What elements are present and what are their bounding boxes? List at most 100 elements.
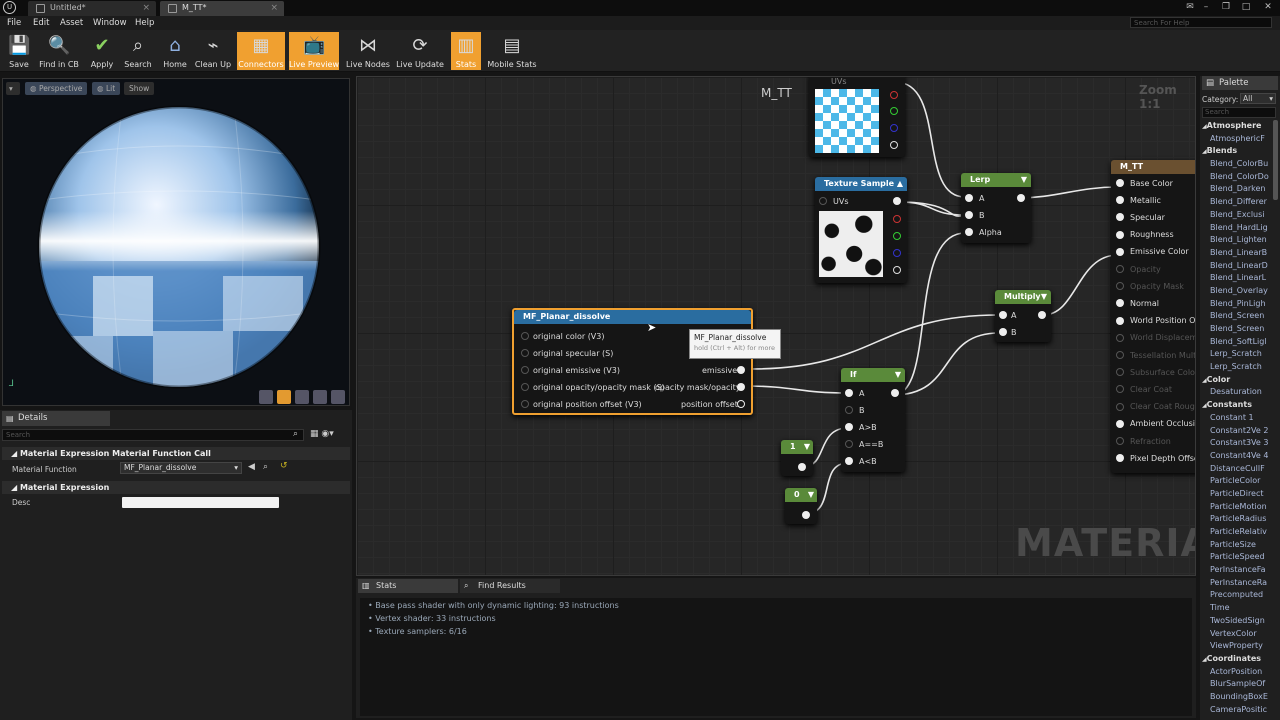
pin-b[interactable] bbox=[893, 249, 901, 257]
material-graph[interactable]: M_TT Zoom 1:1 MATERIAL UVs Texture Sampl… bbox=[356, 76, 1196, 576]
pin-r[interactable] bbox=[890, 91, 898, 99]
connectors-button[interactable]: ▦ Connectors bbox=[237, 32, 285, 70]
material-result-node[interactable]: M_TT Base Color Metallic Specular Roughness… bbox=[1111, 160, 1195, 473]
if-node[interactable]: If ▼ A B A>B A==B A<B bbox=[841, 368, 905, 472]
palette-item[interactable]: VertexColor bbox=[1200, 628, 1270, 641]
palette-item[interactable]: ParticleMotion bbox=[1200, 501, 1270, 514]
palette-item[interactable]: Blend_Screen bbox=[1200, 310, 1270, 323]
pin-aeqb-input[interactable] bbox=[845, 440, 853, 448]
palette-item[interactable]: Blend_Lighten bbox=[1200, 234, 1270, 247]
pin-input[interactable] bbox=[1116, 213, 1124, 222]
palette-item[interactable]: CameraPositic bbox=[1200, 704, 1270, 717]
palette-item[interactable]: TwoSidedSign bbox=[1200, 615, 1270, 628]
category-dropdown[interactable]: All ▾ bbox=[1240, 93, 1276, 104]
palette-item[interactable]: Time bbox=[1200, 602, 1270, 615]
plane-preview-button[interactable] bbox=[295, 390, 309, 404]
cylinder-preview-button[interactable] bbox=[259, 390, 273, 404]
pin-b-input[interactable] bbox=[845, 406, 853, 414]
pin-input[interactable] bbox=[1116, 247, 1124, 256]
palette-item[interactable]: Blend_PinLigh bbox=[1200, 298, 1270, 311]
palette-item[interactable]: Blend_ColorBu bbox=[1200, 158, 1270, 171]
palette-item[interactable]: Precomputed bbox=[1200, 589, 1270, 602]
live-update-button[interactable]: ⟳ Live Update bbox=[396, 32, 444, 70]
pin-emissive-output[interactable] bbox=[737, 366, 745, 374]
home-button[interactable]: ⌂ Home bbox=[160, 32, 190, 70]
palette-item[interactable]: PerInstanceRa bbox=[1200, 577, 1270, 590]
pin-input[interactable] bbox=[1116, 299, 1124, 308]
palette-item[interactable]: ParticleDirect bbox=[1200, 488, 1270, 501]
pin-output[interactable] bbox=[798, 463, 806, 471]
stats-button[interactable]: ▥ Stats bbox=[451, 32, 481, 70]
pin-a-input[interactable] bbox=[845, 389, 853, 397]
palette-item[interactable]: Blend_HardLig bbox=[1200, 222, 1270, 235]
section-material-function-call[interactable]: ◢ Material Expression Material Function … bbox=[2, 447, 350, 460]
find-results-tab[interactable]: ⌕ Find Results bbox=[460, 579, 560, 593]
live-preview-button[interactable]: 📺 Live Preview bbox=[289, 32, 339, 70]
collapse-arrow-icon[interactable]: ▼ bbox=[895, 368, 901, 382]
palette-item[interactable]: Blend_ColorDo bbox=[1200, 171, 1270, 184]
palette-category[interactable]: ◢Blends bbox=[1200, 145, 1270, 158]
perspective-button[interactable]: ◍ Perspective bbox=[25, 82, 88, 95]
palette-category[interactable]: ◢Atmosphere bbox=[1200, 120, 1270, 133]
palette-item[interactable]: Lerp_Scratch bbox=[1200, 361, 1270, 374]
preview-viewport[interactable]: ▾ ◍ Perspective ◍ Lit Show ⅃ bbox=[2, 78, 350, 406]
pin-output[interactable] bbox=[1017, 194, 1025, 202]
constant-0-node[interactable]: 0 ▼ bbox=[785, 488, 817, 524]
palette-item[interactable]: BoundingBoxE bbox=[1200, 691, 1270, 704]
collapse-arrow-icon[interactable]: ▼ bbox=[804, 440, 810, 454]
pin-input[interactable] bbox=[521, 349, 529, 357]
menu-edit[interactable]: Edit bbox=[33, 16, 49, 30]
reset-icon[interactable]: ↺ bbox=[280, 461, 288, 471]
lit-button[interactable]: ◍ Lit bbox=[92, 82, 121, 95]
palette-item[interactable]: Blend_Exclusi bbox=[1200, 209, 1270, 222]
pin-r[interactable] bbox=[893, 215, 901, 223]
palette-item[interactable]: Lerp_Scratch bbox=[1200, 348, 1270, 361]
pin-rgb[interactable] bbox=[893, 197, 901, 205]
palette-item[interactable]: Blend_LinearD bbox=[1200, 260, 1270, 273]
browse-icon[interactable]: ⌕ bbox=[263, 462, 268, 472]
palette-item[interactable]: PerInstanceFa bbox=[1200, 564, 1270, 577]
pin-altb-input[interactable] bbox=[845, 457, 853, 465]
palette-item[interactable]: Blend_LinearB bbox=[1200, 247, 1270, 260]
mobile-stats-button[interactable]: ▤ Mobile Stats bbox=[487, 32, 537, 70]
details-search-input[interactable]: Search bbox=[2, 429, 304, 441]
section-material-expression[interactable]: ◢ Material Expression bbox=[2, 481, 350, 494]
texture-sample-node[interactable]: Texture Sample ▲ UVs bbox=[815, 177, 907, 283]
maximize-button[interactable]: □ bbox=[1240, 1, 1252, 13]
palette-item[interactable]: Blend_SoftLigl bbox=[1200, 336, 1270, 349]
pin-b-input[interactable] bbox=[965, 211, 973, 219]
pin-input[interactable] bbox=[1116, 179, 1124, 187]
viewport-options-button[interactable]: ▾ bbox=[6, 82, 20, 95]
close-tab-icon[interactable]: × bbox=[270, 1, 278, 15]
pin-position-offset-output[interactable] bbox=[737, 400, 745, 408]
menu-help[interactable]: Help bbox=[135, 16, 154, 30]
pin-output[interactable] bbox=[891, 389, 899, 397]
collapse-arrow-icon[interactable]: ▲ bbox=[897, 177, 903, 191]
feedback-icon[interactable]: ✉ bbox=[1184, 1, 1196, 13]
search-icon[interactable]: ⌕ bbox=[293, 429, 298, 439]
teapot-preview-button[interactable] bbox=[331, 390, 345, 404]
desc-input[interactable] bbox=[122, 497, 279, 508]
palette-item[interactable]: Constant3Ve 3 bbox=[1200, 437, 1270, 450]
pin-input[interactable] bbox=[1116, 454, 1124, 463]
menu-asset[interactable]: Asset bbox=[60, 16, 83, 30]
close-window-button[interactable]: ✕ bbox=[1262, 1, 1274, 13]
pin-input[interactable] bbox=[521, 332, 529, 340]
sphere-preview-button[interactable] bbox=[277, 390, 291, 404]
pin-input[interactable] bbox=[521, 383, 529, 391]
palette-item[interactable]: Blend_Overlay bbox=[1200, 285, 1270, 298]
palette-item[interactable]: Blend_LinearL bbox=[1200, 272, 1270, 285]
live-nodes-button[interactable]: ⋈ Live Nodes bbox=[345, 32, 391, 70]
restore-button[interactable]: ❐ bbox=[1220, 1, 1232, 13]
collapse-arrow-icon[interactable]: ▼ bbox=[808, 488, 814, 502]
material-function-dropdown[interactable]: MF_Planar_dissolve ▾ bbox=[120, 462, 242, 474]
pin-g[interactable] bbox=[890, 107, 898, 115]
palette-item[interactable]: Blend_Screen bbox=[1200, 323, 1270, 336]
pin-a-input[interactable] bbox=[965, 194, 973, 202]
palette-item[interactable]: ParticleColor bbox=[1200, 475, 1270, 488]
stats-tab[interactable]: ▥ Stats bbox=[358, 579, 458, 593]
texture-sample-node-top[interactable]: UVs bbox=[809, 77, 905, 157]
pin-input[interactable] bbox=[1116, 316, 1124, 325]
palette-category[interactable]: ◢Color bbox=[1200, 374, 1270, 387]
minimize-button[interactable]: – bbox=[1200, 1, 1212, 13]
